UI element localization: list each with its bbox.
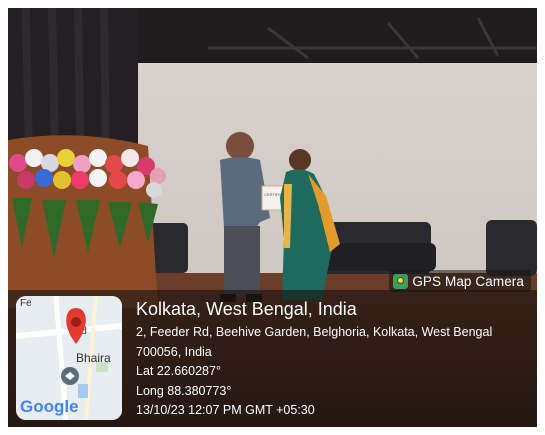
mini-map: Fe Rd Bhaira Google <box>16 296 122 420</box>
sofa-right <box>486 220 537 276</box>
map-graphic: Fe Rd Bhaira Google <box>16 296 122 420</box>
photo: CERTIFICATE GPS Map Camera Fe Rd Bhaira <box>8 8 537 427</box>
location-title: Kolkata, West Bengal, India <box>136 299 357 319</box>
gps-map-camera-icon <box>393 273 409 289</box>
gps-map-camera-badge: GPS Map Camera <box>389 270 531 292</box>
svg-text:Fe: Fe <box>20 298 32 309</box>
location-overlay: Fe Rd Bhaira Google Kolkata, West Bengal… <box>8 290 537 427</box>
address-line-1: 2, Feeder Rd, Beehive Garden, Belghoria,… <box>136 325 493 339</box>
address-line-2: 700056, India <box>136 344 212 359</box>
timestamp: 13/10/23 12:07 PM GMT +05:30 <box>136 403 315 417</box>
map-place: Bhaira <box>76 351 111 365</box>
latitude: Lat 22.660287° <box>136 364 221 378</box>
longitude: Long 88.380773° <box>136 383 232 398</box>
google-logo: Google <box>20 397 79 416</box>
location-info: Kolkata, West Bengal, India 2, Feeder Rd… <box>136 298 492 421</box>
badge-label: GPS Map Camera <box>412 273 524 289</box>
